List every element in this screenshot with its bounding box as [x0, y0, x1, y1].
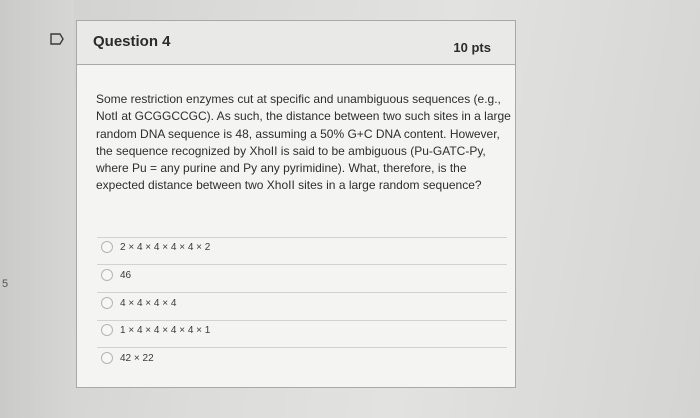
question-title: Question 4 [93, 33, 171, 50]
question-points: 10 pts [453, 40, 491, 55]
answer-option[interactable]: 2 × 4 × 4 × 4 × 4 × 2 [95, 237, 508, 257]
answer-option[interactable]: 42 × 22 [95, 348, 508, 368]
question-card: Question 4 10 pts Some restriction enzym… [76, 20, 516, 388]
answer-label: 2 × 4 × 4 × 4 × 4 × 2 [120, 241, 211, 253]
radio-button-icon[interactable] [101, 241, 113, 253]
answer-option[interactable]: 1 × 4 × 4 × 4 × 4 × 1 [95, 320, 508, 340]
answer-label: 46 [120, 269, 132, 281]
question-text: Some restriction enzymes cut at specific… [96, 92, 511, 193]
answer-option[interactable]: 46 [95, 265, 508, 285]
flag-icon[interactable] [50, 33, 64, 45]
radio-button-icon[interactable] [101, 324, 113, 336]
margin-character: 5 [2, 278, 9, 290]
radio-button-icon[interactable] [101, 352, 113, 364]
answer-option[interactable]: 4 × 4 × 4 × 4 [95, 293, 508, 313]
answer-label: 4 × 4 × 4 × 4 [120, 297, 177, 309]
radio-button-icon[interactable] [101, 269, 113, 281]
answer-label: 42 × 22 [120, 352, 154, 364]
question-header: Question 4 10 pts [77, 21, 515, 65]
left-page-margin [0, 0, 74, 418]
radio-button-icon[interactable] [101, 297, 113, 309]
answer-label: 1 × 4 × 4 × 4 × 4 × 1 [120, 324, 211, 336]
